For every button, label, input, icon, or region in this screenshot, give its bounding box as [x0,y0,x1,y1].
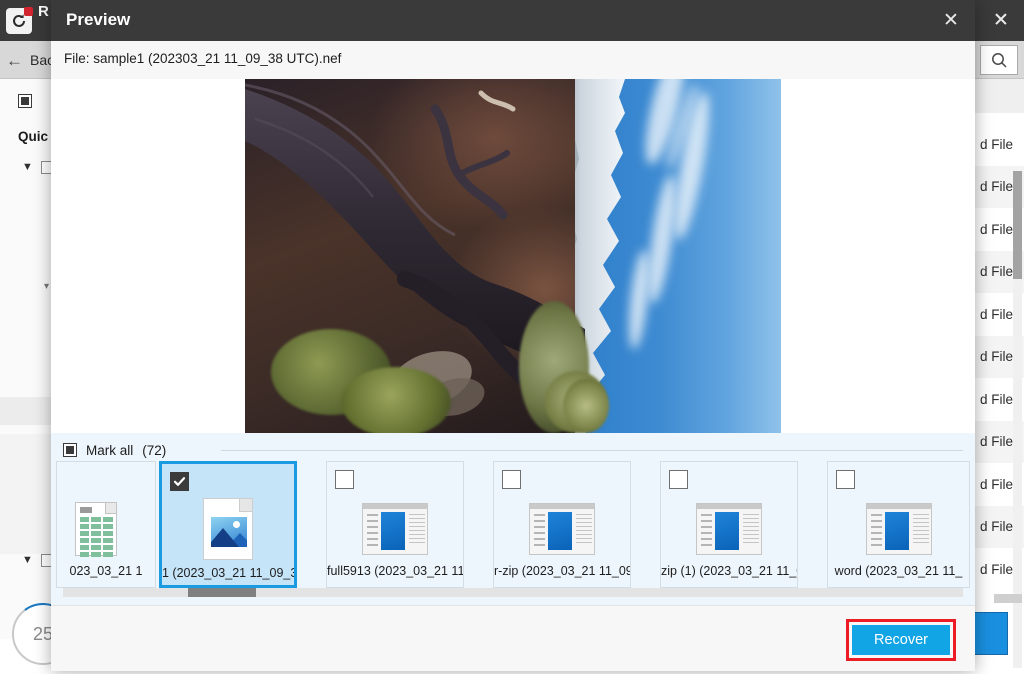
preview-dialog-title: Preview [66,10,131,29]
thumbnail-checkbox[interactable] [669,470,688,489]
mark-all-divider [221,450,963,451]
file-type-cell: d File [980,519,1014,534]
file-type-cell: d File [980,476,1014,492]
file-type-cell: d File [980,561,1014,577]
checkbox-filled-icon[interactable] [18,94,32,108]
preview-image-stage [51,79,975,433]
app-logo-badge-icon [24,7,33,16]
file-list-horizontal-scrollbar[interactable] [994,594,1022,603]
recover-button-highlight: Recover [846,619,956,661]
arrow-left-icon: ← [6,50,23,70]
thumbnail-item[interactable]: zip (1) (2023_03_21 11_09 [660,461,798,588]
search-input[interactable] [980,45,1018,75]
back-button[interactable]: ← Bac [6,49,54,71]
screen: R ✕ ← Bac Quic ▼ ▾ ▼ d File d File d Fil… [0,0,1024,674]
chevron-down-icon[interactable]: ▼ [22,162,33,173]
thumbnail-strip: Mark all (72) 023_03_21 1 1 (2023_03_21 1… [51,433,975,605]
sidebar-tree-tick-icon: ▾ [44,281,50,292]
scrollbar-thumb[interactable] [1013,171,1022,279]
chevron-down-icon[interactable]: ▼ [22,555,33,566]
preview-dialog-titlebar: Preview ✕ [51,0,975,41]
thumbnail-horizontal-scrollbar[interactable] [63,588,963,597]
thumbnail-label: 1 (2023_03_21 11_09_38 U [162,566,294,580]
thumbnail-list: 023_03_21 1 1 (2023_03_21 11_09_38 U full5… [51,461,975,591]
recover-button[interactable]: Recover [852,625,950,655]
mark-all-count: (72) [142,442,167,458]
file-type-cell: d File [980,136,1014,152]
file-type-cell: d File [980,179,1014,194]
mark-all-checkbox[interactable] [63,443,77,457]
file-type-cell: d File [980,434,1014,449]
thumbnail-checkbox[interactable] [836,470,855,489]
file-type-cell: d File [980,221,1014,237]
preview-dialog: Preview ✕ File: sample1 (202303_21 11_09… [51,0,975,671]
thumbnail-label: full5913 (2023_03_21 11_( [327,564,463,578]
checkmark-icon [173,477,186,486]
thumbnail-item[interactable]: word (2023_03_21 11_ [827,461,970,588]
thumbnail-item[interactable]: r-zip (2023_03_21 11_09_ [493,461,631,588]
thumbnail-checkbox[interactable] [170,472,189,491]
file-type-cell: d File [980,391,1014,407]
thumbnail-label: r-zip (2023_03_21 11_09_ [494,564,630,578]
file-type-cell: d File [980,306,1014,322]
file-type-cell: d File [980,264,1014,279]
preview-file-name: File: sample1 (202303_21 11_09_38 UTC).n… [64,51,342,66]
thumbnail-label: zip (1) (2023_03_21 11_09 [661,564,797,578]
search-icon [991,52,1007,68]
file-type-cell: d File [980,349,1014,364]
sidebar-toolbar[interactable] [18,94,32,108]
sidebar-tree-node-2[interactable]: ▼ [22,554,54,567]
sidebar-quick-label: Quic [18,129,49,144]
preview-file-bar: File: sample1 (202303_21 11_09_38 UTC).n… [51,41,975,79]
thumbnail-checkbox[interactable] [335,470,354,489]
thumbnail-label: 023_03_21 1 [69,564,143,578]
thumbnail-label: word (2023_03_21 11_ [834,564,963,578]
thumbnail-item[interactable]: full5913 (2023_03_21 11_( [326,461,464,588]
thumbnail-checkbox[interactable] [502,470,521,489]
mark-all-control[interactable]: Mark all (72) [63,440,166,460]
preview-footer: Recover [51,605,975,671]
thumbnail-item[interactable]: 1 (2023_03_21 11_09_38 U [159,461,297,588]
sidebar-tree-node-1[interactable]: ▼ [22,161,54,174]
app-close-button-outer[interactable]: ✕ [978,0,1024,41]
app-brand-label: R [38,3,50,20]
mark-all-label: Mark all [86,442,134,458]
app-logo-icon [6,7,33,34]
app-primary-action-button[interactable] [973,612,1008,655]
scrollbar-thumb[interactable] [188,588,256,597]
thumbnail-item[interactable]: 023_03_21 1 [56,461,156,588]
preview-close-button[interactable]: ✕ [927,0,975,41]
preview-photo [245,79,781,433]
